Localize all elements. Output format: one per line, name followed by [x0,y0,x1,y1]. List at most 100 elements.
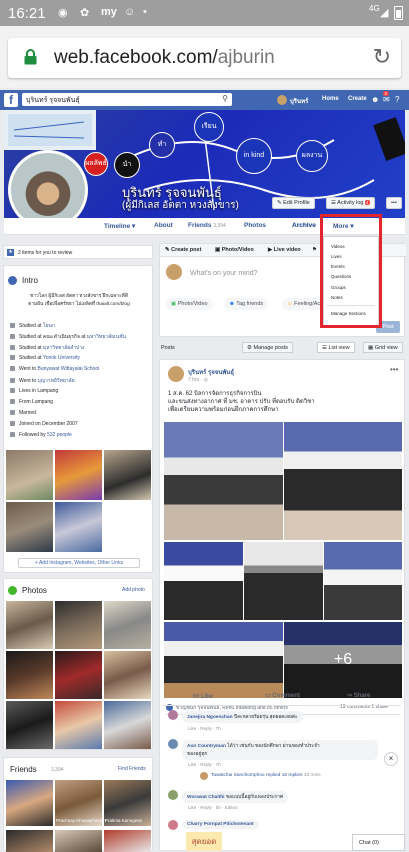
comment-avatar[interactable] [168,710,178,720]
comment-action-button[interactable]: ▭ Comment [265,692,300,699]
browser-toolbar: web.facebook.com/ajburin ↻ [0,26,409,88]
chat-bar[interactable]: Chat (0) [352,834,405,851]
post-photo[interactable] [164,542,243,620]
review-card[interactable]: ★ 2 items for you to review [3,245,153,259]
featured-photo[interactable] [55,450,102,500]
messenger-icon[interactable]: ✉ [383,95,392,104]
comment-bubble: Worawat Chaithi ขอแบบนี้อยู่กับเพลงประกา… [182,791,289,803]
comment-avatar[interactable] [168,820,178,830]
comment-avatar[interactable] [168,739,178,749]
edit-profile-button[interactable]: ✎ Edit Profile [272,197,315,209]
create-link[interactable]: Create [348,96,367,102]
facebook-logo-icon[interactable]: f [4,93,18,107]
live-video-tab[interactable]: ▶ Live video [268,247,301,253]
intro-title: Intro [22,276,39,285]
reply-avatar[interactable] [200,772,208,780]
photo-thumbnail[interactable] [104,601,151,649]
tab-timeline[interactable]: Timeline ▾ [104,222,135,230]
post-photo[interactable] [324,542,402,620]
comment-bubble: Aun Countryman ได้ว่า เช่นกับ ของนักศึกษ… [182,740,378,760]
tab-friends[interactable]: Friends 3,394 [188,222,226,229]
friend-photo[interactable] [104,830,151,852]
post-author-avatar[interactable] [168,366,184,382]
photo-thumbnail[interactable] [55,601,102,649]
featured-photo[interactable] [104,450,151,500]
intro-item: From Lampang [10,399,53,405]
cover-bubble-6: ผลงาน [296,140,328,172]
photo-thumbnail[interactable] [104,651,151,699]
flag-icon[interactable]: ⚑ [312,247,317,253]
post-time[interactable]: 7 hrs · ◎ [188,377,208,383]
comment-actions[interactable]: Like · Reply · 7h [188,726,221,731]
post-photo[interactable] [164,622,283,698]
friends-title: Friends [10,765,37,774]
friend-photo[interactable] [6,780,53,826]
more-options-button[interactable]: ••• [386,197,402,209]
post-photo[interactable] [284,422,402,540]
post-photo[interactable] [244,542,323,620]
find-friends-link[interactable]: Find Friends [118,766,146,772]
tab-photos[interactable]: Photos [244,222,266,229]
share-icon: ↪ [347,693,354,699]
avatar[interactable] [277,95,287,105]
tag-friends-button[interactable]: ☻ Tag friends [224,298,269,310]
url-bar[interactable]: web.facebook.com/ajburin ↻ [8,38,401,78]
photo-thumbnail[interactable] [6,601,53,649]
network-type: 4G [369,4,380,13]
photo-video-button[interactable]: ▣ Photo/Video [166,298,213,310]
photo-thumbnail[interactable] [55,701,102,749]
reload-icon[interactable]: ↻ [373,44,391,70]
like-action-button[interactable]: 👍︎ Like [193,692,213,700]
header-profile-link[interactable]: บุรินทร์ [290,96,308,106]
help-icon[interactable]: ? [395,95,404,104]
friend-requests-icon[interactable]: ☻ [371,95,380,104]
comment-avatar[interactable] [168,790,178,800]
create-post-tab[interactable]: ✎ Create post [165,247,201,253]
intro-item: Followed by 532 people [10,432,72,438]
add-links-button[interactable]: + Add Instagram, Websites, Other Links [18,558,140,568]
search-icon[interactable]: ⚲ [222,94,228,103]
composer-input[interactable]: What's on your mind? [190,270,257,277]
add-photo-link[interactable]: Add photo [122,587,145,593]
post-author[interactable]: บุรินทร์ รุจจนพันธุ์ [188,367,234,377]
cover-bubble-2: นำ [114,152,140,178]
posts-bar: Posts ⚙ Manage posts ☰ List view ▦ Grid … [159,341,405,355]
photo-thumbnail[interactable] [6,701,53,749]
close-icon[interactable]: × [384,752,398,766]
featured-photo[interactable] [6,450,53,500]
more-dots-icon: • [143,6,147,18]
home-link[interactable]: Home [322,96,339,102]
tab-archive-label[interactable]: Archive [292,222,316,229]
profile-alt-name: (ผู้มีกิเลส อัตตา หวงสังขาร) [122,200,239,211]
photo-thumbnail[interactable] [55,651,102,699]
photo-video-tab[interactable]: ▣ Photo/Video [215,247,254,253]
comment-actions[interactable]: Like · Reply · 7h [188,762,221,767]
friend-name[interactable]: Prachnay Khowaphanich [56,818,106,823]
intro-item: Married [10,410,36,416]
featured-photo[interactable] [55,502,102,552]
replies-link[interactable]: Tawatchai Sanchomphoo replied 15 replies… [211,773,321,778]
list-view-button[interactable]: ☰ List view [317,342,355,353]
more-photos-overlay[interactable]: +6 [284,622,402,698]
photo-thumbnail[interactable] [6,651,53,699]
post-photo[interactable] [164,422,283,540]
featured-photo[interactable] [6,502,53,552]
intro-item: Went to Bunyawat Wittayalai School [10,366,99,372]
url-text: web.facebook.com/ajburin [54,47,275,68]
grid-icon: ▦ [368,345,375,351]
intro-item: Lives in Lampang [10,388,58,394]
friend-photo[interactable] [55,830,102,852]
photo-thumbnail[interactable] [104,701,151,749]
thumb-up-icon: 👍︎ [193,694,201,700]
friend-name[interactable]: Pratima Kanngean [105,818,142,823]
tab-about[interactable]: About [154,222,173,229]
photo-icon: ▣ [171,301,178,307]
manage-posts-button[interactable]: ⚙ Manage posts [242,342,294,353]
share-action-button[interactable]: ↪ Share [347,692,370,699]
grid-view-button[interactable]: ▦ Grid view [363,342,403,353]
friend-photo[interactable] [6,830,53,852]
comment-actions[interactable]: Like · Reply · 5h · Edited [188,805,238,810]
search-input[interactable]: บุรินทร์ รุจจนพันธุ์ ⚲ [22,93,232,106]
activity-log-button[interactable]: ☰ Activity log 4 [326,197,375,209]
post-options-icon[interactable]: ••• [390,365,398,374]
